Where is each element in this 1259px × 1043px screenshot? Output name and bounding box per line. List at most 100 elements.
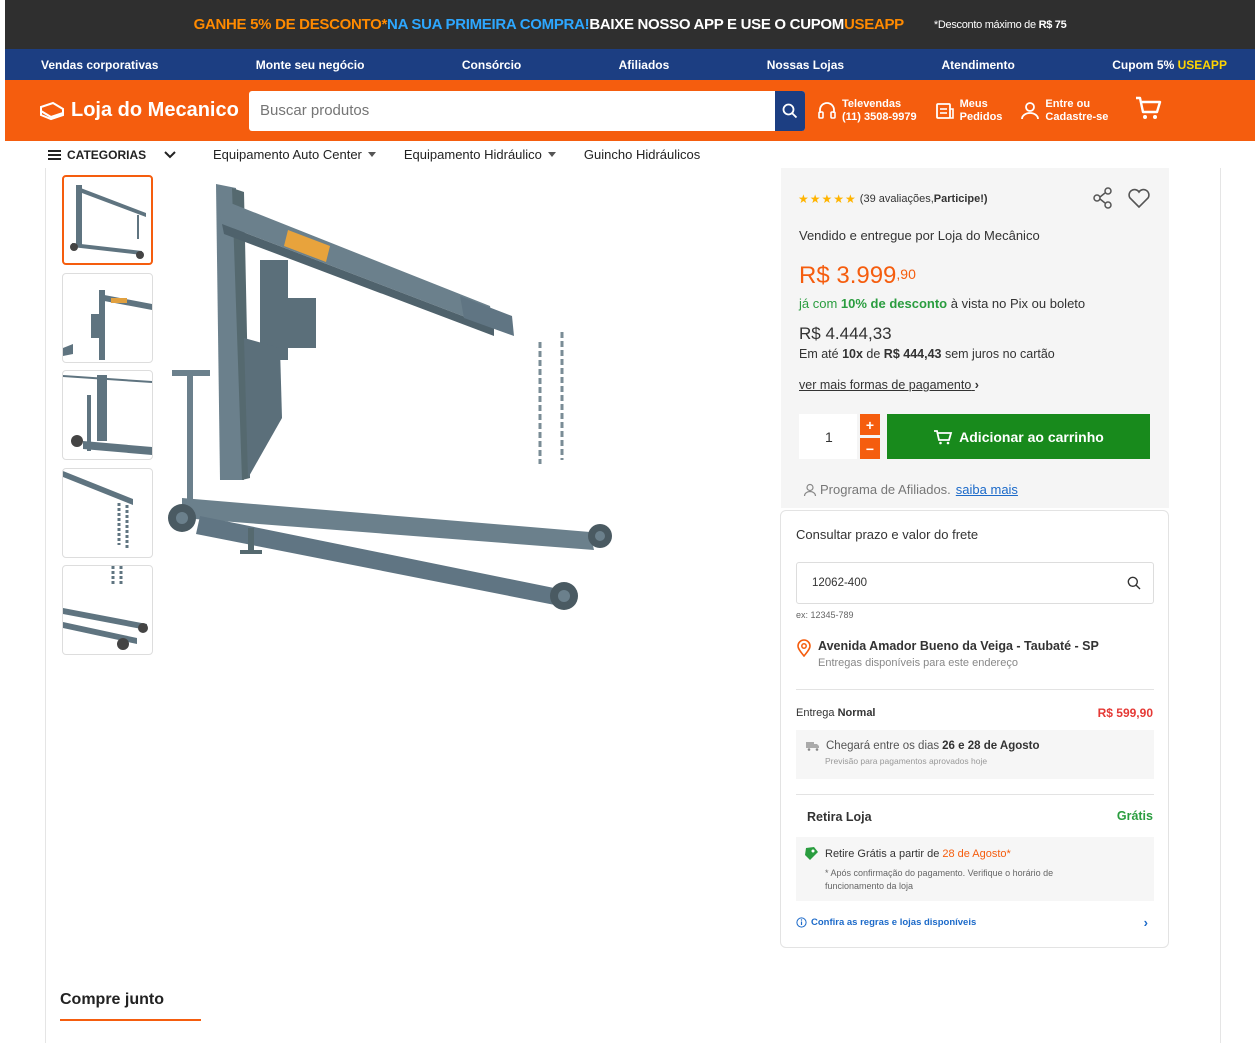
cart-icon [1136, 96, 1162, 119]
affiliates-info: Programa de Afiliados. saiba mais [803, 482, 1018, 497]
promo-coupon: USEAPP [844, 16, 904, 33]
top-nav: Vendas corporativas Monte seu negócio Co… [5, 49, 1255, 80]
thumbnail-5[interactable] [62, 565, 153, 655]
nav-cupom-code: USEAPP [1177, 57, 1227, 72]
account-label-2: Cadastre-se [1045, 110, 1109, 123]
inst-times: 10x [842, 347, 863, 361]
shipping-title: Consultar prazo e valor do frete [796, 527, 979, 542]
televendas[interactable]: Televendas (11) 3508-9979 [817, 98, 917, 124]
quantity-decrease-button[interactable]: − [860, 438, 880, 459]
affiliates-link[interactable]: saiba mais [956, 482, 1018, 497]
pickup-box: Retire Grátis a partir de 28 de Agosto* *… [796, 837, 1154, 901]
categories-menu[interactable]: CATEGORIAS [48, 148, 213, 162]
site-logo[interactable]: Loja do Mecanico [39, 99, 247, 122]
more-payment-label: ver mais formas de pagamento [799, 378, 972, 392]
nav-cupom[interactable]: Cupom 5% USEAPP [1112, 58, 1227, 72]
chevron-right-icon: › [1143, 915, 1148, 930]
info-icon [796, 917, 807, 928]
promo-note-value: R$ 75 [1038, 18, 1067, 31]
rating-participate-link[interactable]: Participe!) [934, 193, 988, 205]
cat-hidraulico[interactable]: Equipamento Hidráulico [404, 147, 556, 162]
cat-auto-center-label: Equipamento Auto Center [213, 147, 362, 162]
shipping-panel: Consultar prazo e valor do frete 12062-4… [780, 510, 1169, 948]
inst-suffix: sem juros no cartão [941, 347, 1055, 361]
seller-info: Vendido e entregue por Loja do Mecânico [799, 228, 1040, 243]
product-rating[interactable]: ★★★★★ (39 avaliações, Participe!) [798, 192, 988, 206]
quantity-input[interactable]: 1 [799, 414, 857, 459]
location-pin-icon [797, 639, 811, 657]
pickup-note: * Após confirmação do pagamento. Verifiq… [825, 868, 1054, 891]
chevron-right-icon: › [974, 378, 979, 392]
account-login[interactable]: Entre ou Cadastre-se [1020, 98, 1108, 124]
cat-guincho[interactable]: Guincho Hidráulicos [584, 147, 700, 162]
arrival-dates: 26 e 28 de Agosto [942, 740, 1040, 752]
product-price: R$ 3.999,90 [799, 262, 916, 290]
store-icon [805, 847, 818, 860]
delivery-normal: Entrega Normal [796, 707, 876, 719]
search-icon[interactable] [1127, 576, 1141, 590]
promo-first-purchase: NA SUA PRIMEIRA COMPRA! [387, 16, 590, 33]
cat-auto-center[interactable]: Equipamento Auto Center [213, 147, 376, 162]
categories-label: CATEGORIAS [67, 147, 147, 162]
cart-button[interactable] [1134, 95, 1162, 126]
minus-icon: − [865, 440, 875, 457]
thumbnail-3[interactable] [62, 370, 153, 460]
product-main-image[interactable] [160, 178, 620, 618]
search-input[interactable] [249, 90, 775, 131]
nav-cupom-label: Cupom 5% [1112, 57, 1178, 72]
promo-note-text: *Desconto máximo de [933, 18, 1039, 31]
promo-app: BAIXE NOSSO APP E USE O CUPOM [589, 16, 844, 33]
televendas-phone: (11) 3508-9979 [842, 110, 917, 123]
card-price: R$ 4.444,33 [799, 324, 892, 343]
crane-thumbnail-image [70, 185, 146, 259]
caret-down-icon [547, 152, 556, 157]
cep-input[interactable]: 12062-400 [796, 562, 1154, 604]
search-bar [249, 90, 805, 131]
promo-note: *Desconto máximo de R$ 75 [934, 19, 1067, 31]
cep-example: ex: 12345-789 [796, 610, 854, 620]
nav-atendimento[interactable]: Atendimento [942, 58, 1015, 72]
thumbnail-2[interactable] [62, 273, 153, 363]
seller-prefix: Vendido e entregue por [799, 228, 938, 243]
cat-guincho-label: Guincho Hidráulicos [583, 147, 701, 162]
toolbox-icon [40, 101, 64, 120]
nav-nossas-lojas[interactable]: Nossas Lojas [767, 58, 844, 72]
thumbnail-1[interactable] [62, 175, 153, 265]
inst-value: R$ 444,43 [883, 347, 942, 361]
pickup-rules-link[interactable]: Confira as regras e lojas disponíveis › [796, 915, 1154, 930]
category-bar: CATEGORIAS Equipamento Auto Center Equip… [0, 141, 1259, 168]
cat-hidraulico-label: Equipamento Hidráulico [403, 147, 542, 162]
crane-thumbnail-image [63, 471, 133, 549]
nav-afiliados[interactable]: Afiliados [619, 58, 670, 72]
meus-pedidos[interactable]: Meus Pedidos [935, 98, 1002, 124]
inst-mid: de [862, 347, 884, 361]
favorite-button[interactable] [1127, 187, 1151, 214]
nav-monte-negocio[interactable]: Monte seu negócio [256, 58, 365, 72]
star-rating-icon: ★★★★★ [798, 192, 857, 206]
quantity-increase-button[interactable]: + [860, 414, 880, 435]
share-button[interactable] [1092, 187, 1114, 214]
user-icon [803, 483, 817, 496]
delivery-address: Avenida Amador Bueno da Veiga - Taubaté … [796, 639, 1099, 669]
thumbnail-4[interactable] [62, 468, 153, 558]
delivery-estimate-box: Chegará entre os dias 26 e 28 de Agosto P… [796, 730, 1154, 779]
inst-prefix: Em até [799, 347, 843, 361]
address-note: Entregas disponíveis para este endereço [818, 657, 1018, 669]
promo-banner[interactable]: GANHE 5% DE DESCONTO* NA SUA PRIMEIRA CO… [5, 0, 1255, 49]
nav-consorcio[interactable]: Consórcio [462, 58, 521, 72]
crane-thumbnail-image [63, 375, 152, 455]
affiliates-text: Programa de Afiliados. [820, 482, 951, 497]
main-header: Loja do Mecanico Televendas(11) 3508-997… [5, 80, 1255, 141]
orders-icon [935, 102, 954, 119]
installments-info: Em até 10x de R$ 444,43 sem juros no car… [799, 347, 1055, 361]
add-to-cart-button[interactable]: Adicionar ao carrinho [887, 414, 1150, 459]
nav-vendas-corporativas[interactable]: Vendas corporativas [41, 58, 158, 72]
promo-discount: GANHE 5% DE DESCONTO* [193, 16, 388, 33]
search-button[interactable] [775, 90, 805, 131]
heart-icon [1128, 188, 1150, 209]
pix-prefix: já com [799, 296, 841, 311]
plus-icon: + [865, 416, 875, 433]
share-icon [1093, 187, 1112, 209]
more-payment-link[interactable]: ver mais formas de pagamento › [799, 378, 979, 392]
address-text: Avenida Amador Bueno da Veiga - Taubaté … [818, 639, 1099, 653]
